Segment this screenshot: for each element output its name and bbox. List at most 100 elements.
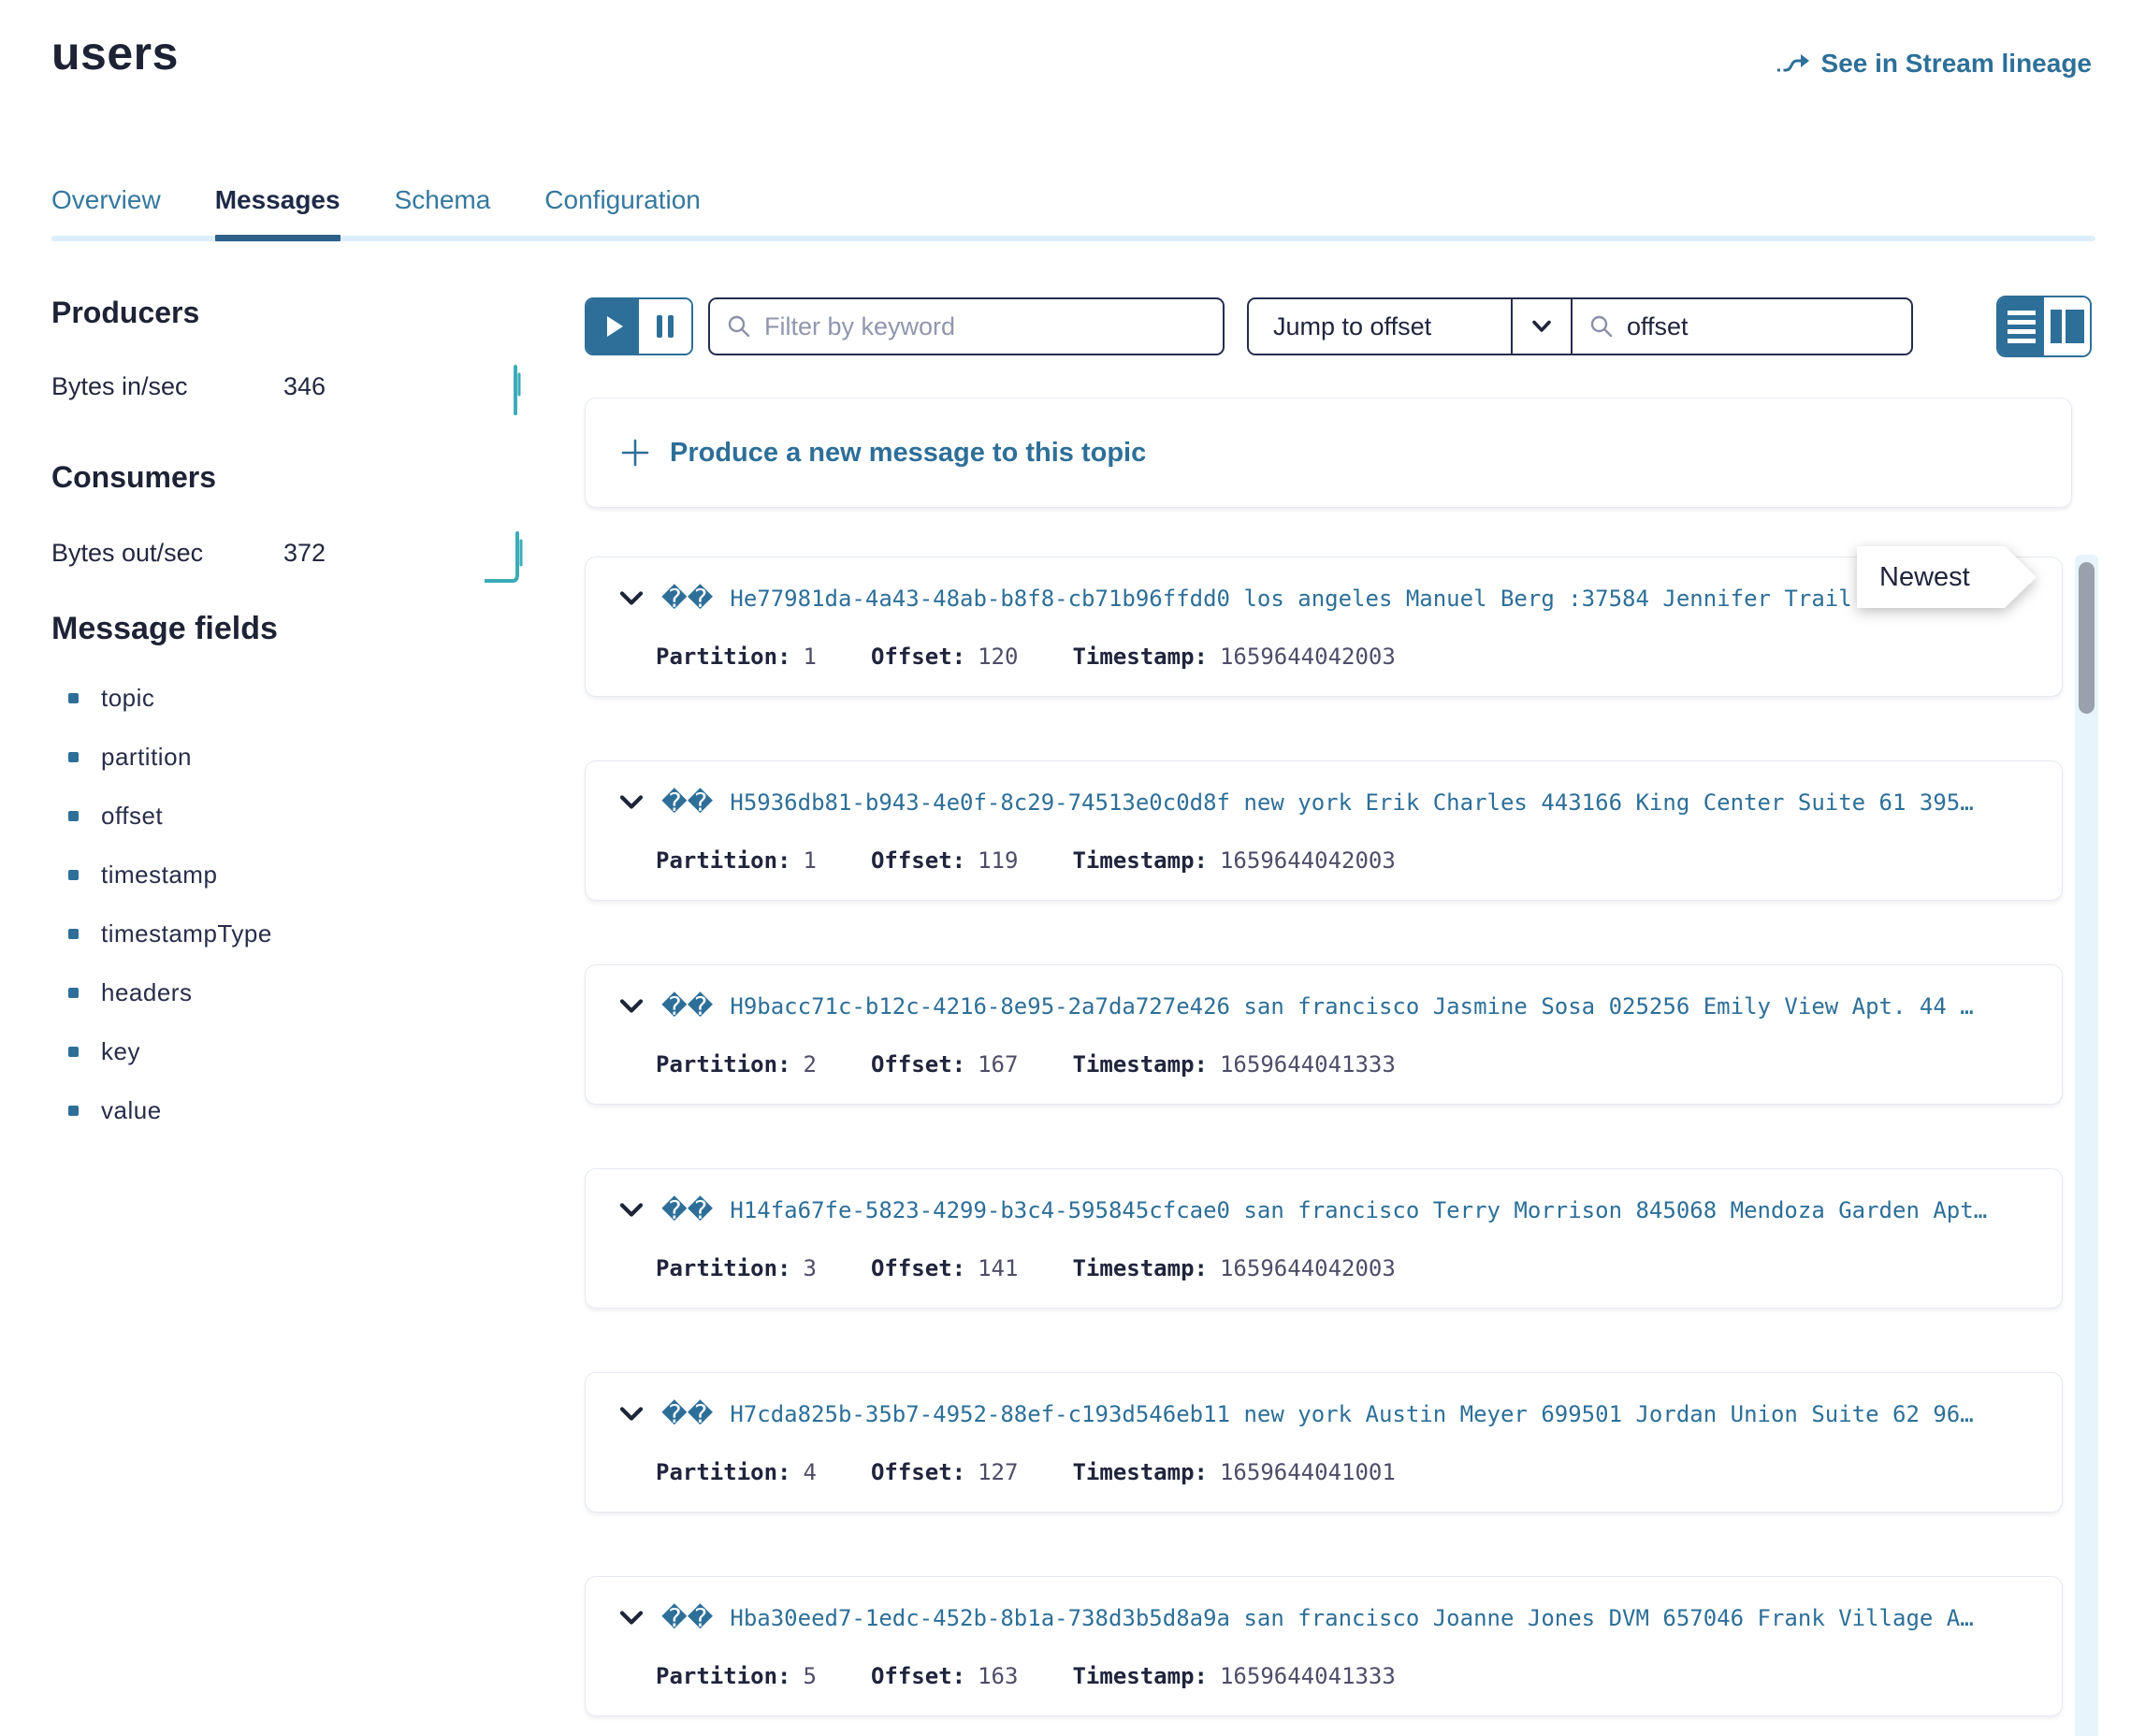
field-bullet-icon [68,870,79,880]
tab-overview[interactable]: Overview [51,185,161,241]
decode-error-icon: �� [661,790,713,816]
producers-heading: Producers [51,296,199,330]
pause-icon [657,315,662,338]
see-in-stream-lineage-link[interactable]: See in Stream lineage [1776,49,2092,79]
consumers-metric-row: Bytes out/sec 372 [51,520,533,586]
bytes-out-label: Bytes out/sec [51,539,283,568]
play-icon [607,316,623,337]
tab-configuration[interactable]: Configuration [544,185,701,241]
message-row[interactable]: �� H9bacc71c-b12c-4216-8e95-2a7da727e426… [585,964,2063,1105]
offset-value: 127 [978,1459,1018,1485]
bytes-in-sparkline [485,354,533,419]
message-row[interactable]: �� Hba30eed7-1edc-452b-8b1a-738d3b5d8a9a… [585,1576,2063,1716]
offset-value: 167 [978,1051,1018,1078]
play-button[interactable] [587,299,639,354]
topic-messages-page: users See in Stream lineage Overview Mes… [0,0,2131,1736]
decode-error-icon: �� [661,1198,713,1223]
decode-error-icon: �� [661,1606,713,1631]
column-view-button[interactable] [2044,297,2090,355]
message-key: H5936db81-b943-4e0f-8c29-74513e0c0d8f ne… [730,789,2047,816]
partition-value: 1 [804,847,817,874]
timestamp-value: 1659644042003 [1220,1255,1396,1281]
message-row[interactable]: �� He77981da-4a43-48ab-b8f8-cb71b96ffdd0… [585,557,2063,697]
lineage-link-label: See in Stream lineage [1821,49,2092,79]
offset-search-box [1573,299,1911,354]
timestamp-value: 1659644042003 [1220,644,1396,670]
field-bullet-icon [68,929,79,939]
decode-error-icon: �� [661,1402,713,1427]
newest-tooltip: Newest [1857,546,2037,608]
message-row[interactable]: �� H7cda825b-35b7-4952-88ef-c193d546eb11… [585,1372,2063,1512]
produce-message-button[interactable]: Produce a new message to this topic [585,398,2072,508]
jump-select-chevron[interactable] [1513,299,1571,354]
expand-chevron-icon[interactable] [618,1406,645,1423]
view-mode-toggle [1996,296,2092,357]
bytes-in-label: Bytes in/sec [51,372,283,401]
jump-to-offset-select[interactable]: Jump to offset [1249,299,1511,354]
filter-keyword-box [708,297,1225,355]
producers-metric-row: Bytes in/sec 346 [51,354,533,419]
expand-chevron-icon[interactable] [618,1202,645,1219]
field-bullet-icon [68,988,79,998]
decode-error-icon: �� [661,994,713,1020]
partition-value: 3 [804,1255,817,1281]
produce-button-label: Produce a new message to this topic [670,438,1146,469]
message-key: He77981da-4a43-48ab-b8f8-cb71b96ffdd0 lo… [730,586,2047,612]
offset-value: 141 [978,1255,1018,1281]
expand-chevron-icon[interactable] [618,794,645,811]
timestamp-value: 1659644042003 [1220,847,1396,874]
search-icon [1589,314,1614,339]
list-view-button[interactable] [1998,297,2044,355]
bytes-out-sparkline [485,520,533,586]
partition-value: 1 [804,644,817,670]
pause-icon [668,315,674,338]
partition-value: 2 [804,1051,817,1078]
bytes-in-value: 346 [283,372,485,401]
field-item-timestamp[interactable]: timestamp [68,862,272,888]
message-key: H9bacc71c-b12c-4216-8e95-2a7da727e426 sa… [730,993,2047,1020]
page-title: users [51,26,179,80]
bytes-out-value: 372 [283,539,485,568]
message-row[interactable]: �� H14fa67fe-5823-4299-b3c4-595845cfcae0… [585,1168,2063,1309]
decode-error-icon: �� [661,586,713,612]
timestamp-value: 1659644041001 [1220,1459,1396,1485]
field-bullet-icon [68,693,79,703]
filter-keyword-input[interactable] [764,312,1206,341]
field-bullet-icon [68,1047,79,1057]
scrollbar-thumb[interactable] [2079,562,2095,714]
expand-chevron-icon[interactable] [618,998,645,1015]
field-item-topic[interactable]: topic [68,686,272,711]
message-row[interactable]: �� H5936db81-b943-4e0f-8c29-74513e0c0d8f… [585,760,2063,901]
consumers-heading: Consumers [51,460,216,495]
live-consume-toggle [585,297,693,355]
field-item-headers[interactable]: headers [68,980,272,1005]
message-key: H14fa67fe-5823-4299-b3c4-595845cfcae0 sa… [730,1197,2047,1223]
message-key: H7cda825b-35b7-4952-88ef-c193d546eb11 ne… [730,1401,2047,1427]
chevron-down-icon [1531,320,1552,333]
offset-value: 119 [978,847,1018,874]
field-item-partition[interactable]: partition [68,745,272,770]
field-item-value[interactable]: value [68,1098,272,1123]
message-fields-list: topic partition offset timestamp timesta… [68,686,272,1123]
offset-search-input[interactable] [1627,312,1913,341]
stream-lineage-icon [1776,51,1810,77]
pause-button[interactable] [639,299,691,354]
tab-bar: Overview Messages Schema Configuration [51,185,2095,241]
field-bullet-icon [68,752,79,762]
expand-chevron-icon[interactable] [618,1610,645,1627]
field-item-offset[interactable]: offset [68,803,272,829]
newest-tooltip-label: Newest [1857,546,2037,608]
message-list-scrollbar[interactable] [2075,555,2098,1736]
field-bullet-icon [68,811,79,821]
tab-schema[interactable]: Schema [395,185,491,241]
timestamp-value: 1659644041333 [1220,1663,1396,1689]
partition-value: 4 [804,1459,817,1485]
field-item-timestampType[interactable]: timestampType [68,921,272,947]
timestamp-value: 1659644041333 [1220,1051,1396,1078]
offset-value: 163 [978,1663,1018,1689]
jump-to-offset-control: Jump to offset [1247,297,1913,355]
expand-chevron-icon[interactable] [618,590,645,607]
partition-value: 5 [804,1663,817,1689]
tab-messages[interactable]: Messages [215,185,341,241]
field-item-key[interactable]: key [68,1039,272,1064]
